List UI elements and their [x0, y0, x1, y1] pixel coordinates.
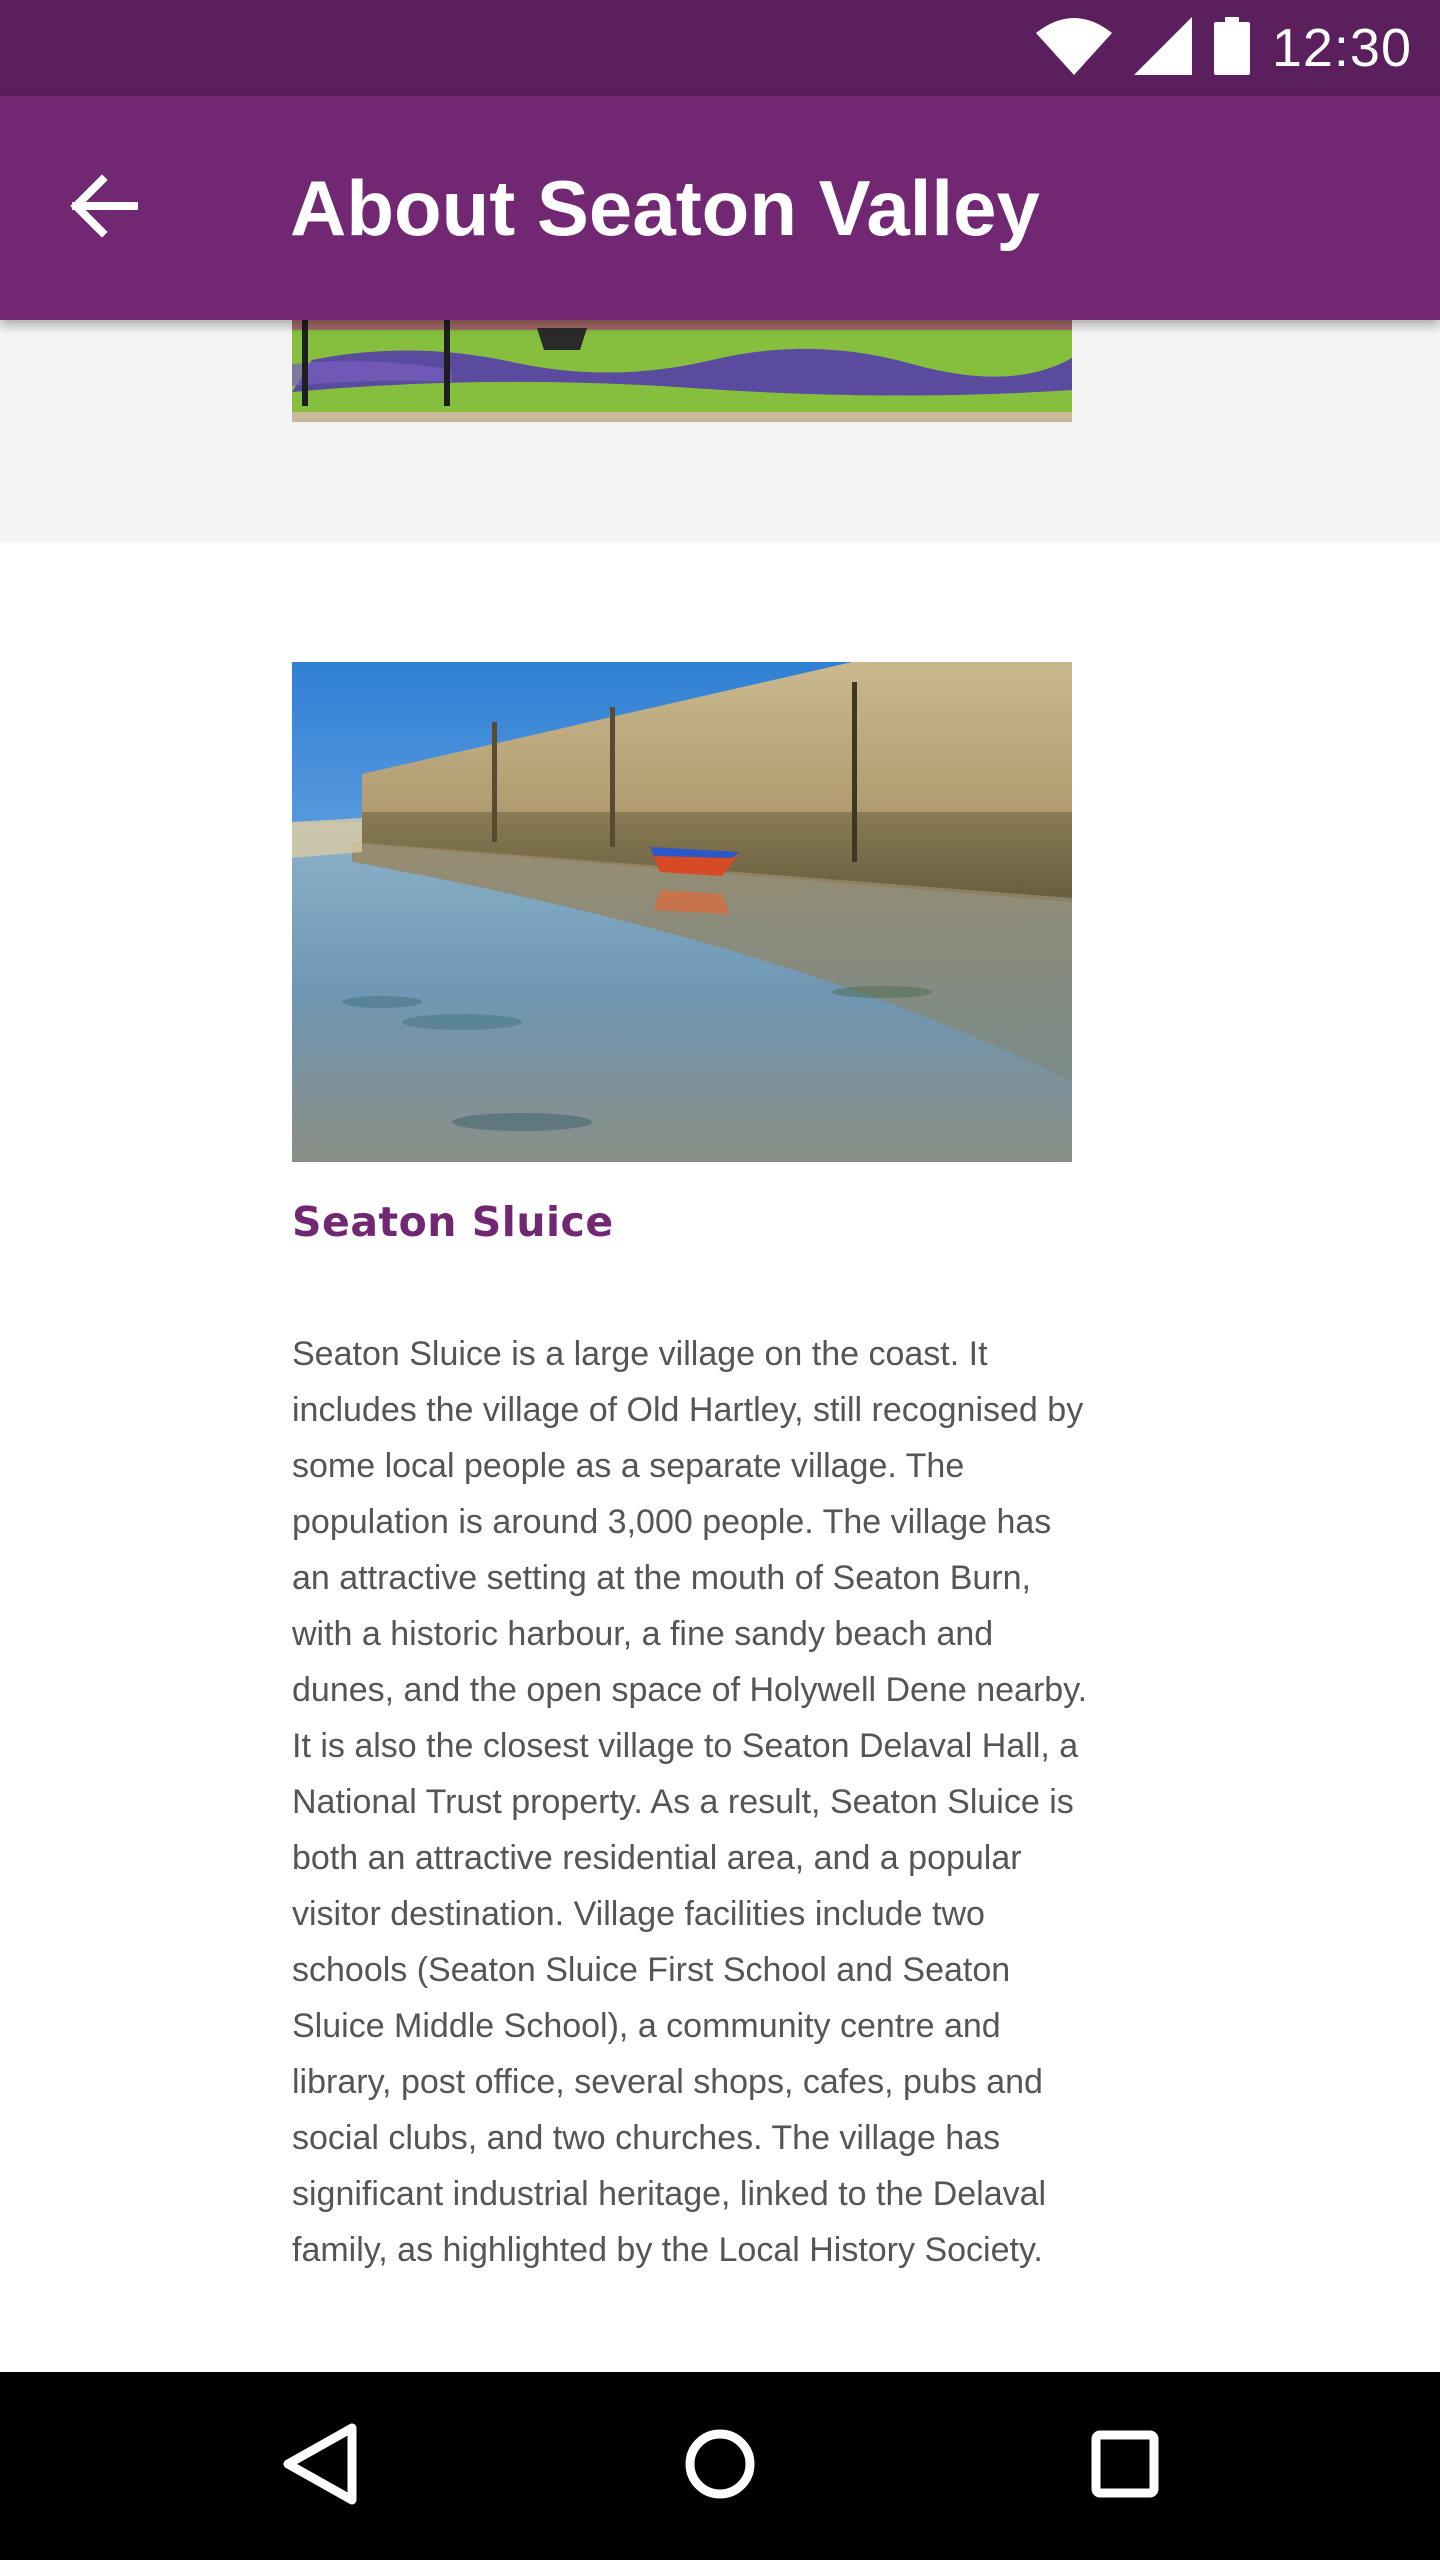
recents-square-icon — [1090, 2429, 1160, 2504]
status-time: 12:30 — [1271, 18, 1412, 78]
back-triangle-icon — [280, 2422, 360, 2511]
status-icons: 12:30 — [1035, 0, 1412, 96]
home-circle-icon — [684, 2428, 756, 2505]
nav-home-button[interactable] — [620, 2372, 820, 2560]
system-nav-bar — [0, 2372, 1440, 2560]
battery-icon — [1213, 16, 1250, 80]
nav-back-button[interactable] — [220, 2372, 420, 2560]
back-button[interactable] — [48, 152, 160, 264]
section-body-text: Seaton Sluice is a large village on the … — [292, 1335, 1088, 2269]
cell-signal-icon — [1133, 16, 1192, 80]
page-title: About Seaton Valley — [290, 164, 1040, 252]
arrow-back-icon — [70, 173, 140, 243]
previous-section — [0, 320, 1440, 542]
section-heading: Seaton Sluice — [292, 1198, 614, 1246]
status-bar: 12:30 — [0, 0, 1440, 96]
seaton-sluice-section: Seaton Sluice Seaton Sluice is a large v… — [0, 542, 1440, 2372]
nav-recents-button[interactable] — [1025, 2372, 1225, 2560]
app-bar: About Seaton Valley — [0, 96, 1440, 320]
garden-image — [292, 320, 1072, 422]
wifi-icon — [1035, 17, 1112, 80]
harbour-image — [292, 662, 1072, 1162]
